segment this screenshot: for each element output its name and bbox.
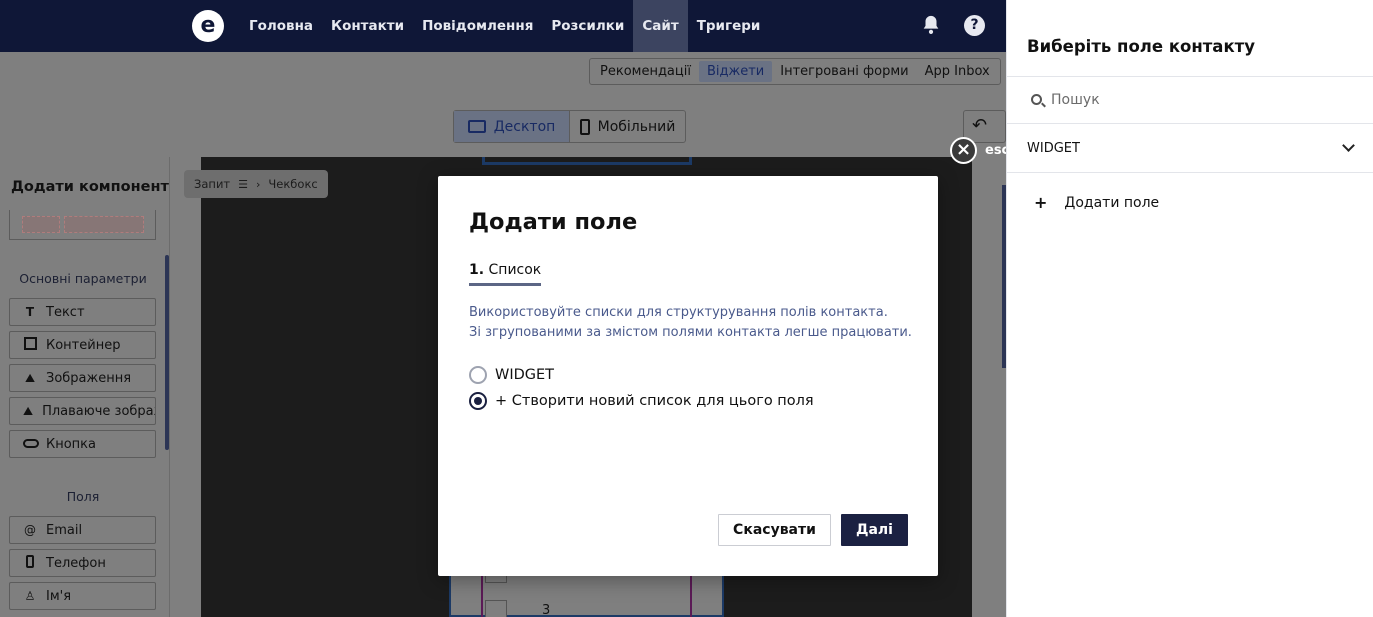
add-field-modal: Додати поле 1. Список Використовуйте спи… (438, 176, 938, 576)
radio-button[interactable] (469, 366, 487, 384)
component-label: Зображення (46, 370, 132, 386)
section-fields: Поля (66, 489, 100, 504)
component-preview (9, 210, 156, 240)
search-icon (1031, 94, 1042, 105)
section-main-params: Основні параметри (19, 271, 147, 286)
component-image[interactable]: ⛰ Зображення (9, 364, 156, 392)
logo-letter: e (200, 13, 216, 38)
next-button[interactable]: Далі (841, 514, 908, 546)
chevron-down-icon (1342, 139, 1355, 152)
nav-item-campaigns[interactable]: Розсилки (542, 0, 633, 52)
list-icon: ☰ (238, 177, 248, 191)
panel-title: Виберіть поле контакту (1027, 37, 1255, 56)
mobile-label: Мобільний (597, 118, 676, 135)
component-container[interactable]: Контейнер (9, 331, 156, 359)
logo[interactable]: e (192, 10, 224, 42)
list-group-name: WIDGET (1027, 140, 1080, 156)
step-tab: 1. Список (469, 262, 542, 286)
main-nav: Головна Контакти Повідомлення Розсилки С… (240, 0, 769, 52)
field-phone[interactable]: Телефон (9, 549, 156, 577)
preview-block (22, 216, 60, 233)
breadcrumb-second: Чекбокс (268, 177, 318, 191)
component-floating-image[interactable]: ⛰ Плаваюче зображення (9, 397, 156, 425)
component-label: Плаваюче зображення (42, 403, 155, 419)
component-label: Контейнер (46, 337, 121, 353)
text-icon: T (25, 305, 35, 319)
preview-block (64, 216, 144, 233)
site-subnav: Рекомендації Віджети Інтегровані форми A… (589, 58, 1001, 85)
subnav-integrated-forms[interactable]: Інтегровані форми (772, 61, 916, 82)
radio-option-new-list[interactable]: + Створити новий список для цього поля (469, 392, 814, 410)
modal-description: Використовуйте списки для структурування… (469, 303, 912, 343)
cancel-button[interactable]: Скасувати (718, 514, 831, 546)
radio-button[interactable] (469, 392, 487, 410)
field-email[interactable]: @ Email (9, 516, 156, 544)
bell-icon[interactable] (920, 14, 942, 36)
preview-checkbox (485, 600, 507, 617)
chevron-right-icon: › (256, 177, 261, 191)
divider (1007, 76, 1373, 77)
field-name[interactable]: ♙ Ім'я (9, 582, 156, 610)
add-field-label: Додати поле (1064, 194, 1160, 211)
description-line: Зі згрупованими за змістом полями контак… (469, 325, 912, 340)
desktop-label: Десктоп (493, 118, 556, 135)
canvas-selection-top (482, 157, 692, 165)
component-label: Кнопка (46, 436, 97, 452)
person-icon: ♙ (24, 589, 36, 603)
description-line: Використовуйте списки для структурування… (469, 305, 888, 320)
breadcrumb: Запит ☰ › Чекбокс (184, 170, 328, 198)
list-group-header[interactable]: WIDGET (1027, 137, 1357, 159)
close-icon[interactable]: × (950, 137, 977, 164)
field-label: Ім'я (46, 588, 72, 604)
nav-item-contacts[interactable]: Контакти (322, 0, 413, 52)
sidebar-title: Додати компонент (11, 179, 169, 195)
at-icon: @ (24, 523, 36, 537)
sidebar-scrollbar[interactable] (165, 255, 169, 450)
subnav-app-inbox[interactable]: App Inbox (917, 61, 998, 82)
radio-label: WIDGET (495, 367, 555, 383)
nav-item-site[interactable]: Сайт (633, 0, 688, 52)
subnav-widgets[interactable]: Віджети (698, 61, 773, 82)
component-text[interactable]: T Текст (9, 298, 156, 326)
component-button[interactable]: Кнопка (9, 430, 156, 458)
nav-item-messages[interactable]: Повідомлення (413, 0, 542, 52)
divider (1007, 172, 1373, 173)
top-navigation-bar: e Головна Контакти Повідомлення Розсилки… (0, 0, 1006, 52)
contact-field-panel: Виберіть поле контакту WIDGET + Додати п… (1006, 0, 1373, 617)
desktop-view-button[interactable]: Десктоп (454, 111, 570, 142)
container-icon (23, 337, 37, 353)
desktop-icon (467, 120, 486, 133)
mobile-view-button[interactable]: Мобільний (570, 111, 685, 142)
device-toggle: Десктоп Мобільний (453, 110, 686, 143)
radio-option-widget[interactable]: WIDGET (469, 366, 554, 384)
field-label: Телефон (46, 555, 106, 571)
subnav-recommendations[interactable]: Рекомендації (592, 61, 699, 82)
add-field-button[interactable]: + Додати поле (1034, 193, 1159, 212)
search-input[interactable] (1051, 88, 1351, 112)
step-number: 1. (469, 262, 485, 278)
step-label: Список (488, 262, 542, 278)
mobile-icon (579, 118, 590, 135)
phone-icon (23, 555, 37, 571)
divider (1007, 123, 1373, 124)
button-icon (23, 437, 39, 451)
image-icon: ⛰ (24, 370, 36, 385)
modal-title: Додати поле (469, 209, 638, 235)
field-label: Email (46, 522, 83, 538)
radio-label: + Створити новий список для цього поля (495, 393, 814, 409)
component-label: Текст (46, 304, 85, 320)
preview-number: 3 (542, 603, 551, 617)
nav-item-home[interactable]: Головна (240, 0, 322, 52)
floating-image-icon: ⛰ (23, 403, 34, 418)
help-icon[interactable]: ? (964, 15, 985, 36)
breadcrumb-first[interactable]: Запит (194, 177, 230, 191)
nav-item-triggers[interactable]: Тригери (688, 0, 770, 52)
plus-icon: + (1034, 193, 1048, 212)
